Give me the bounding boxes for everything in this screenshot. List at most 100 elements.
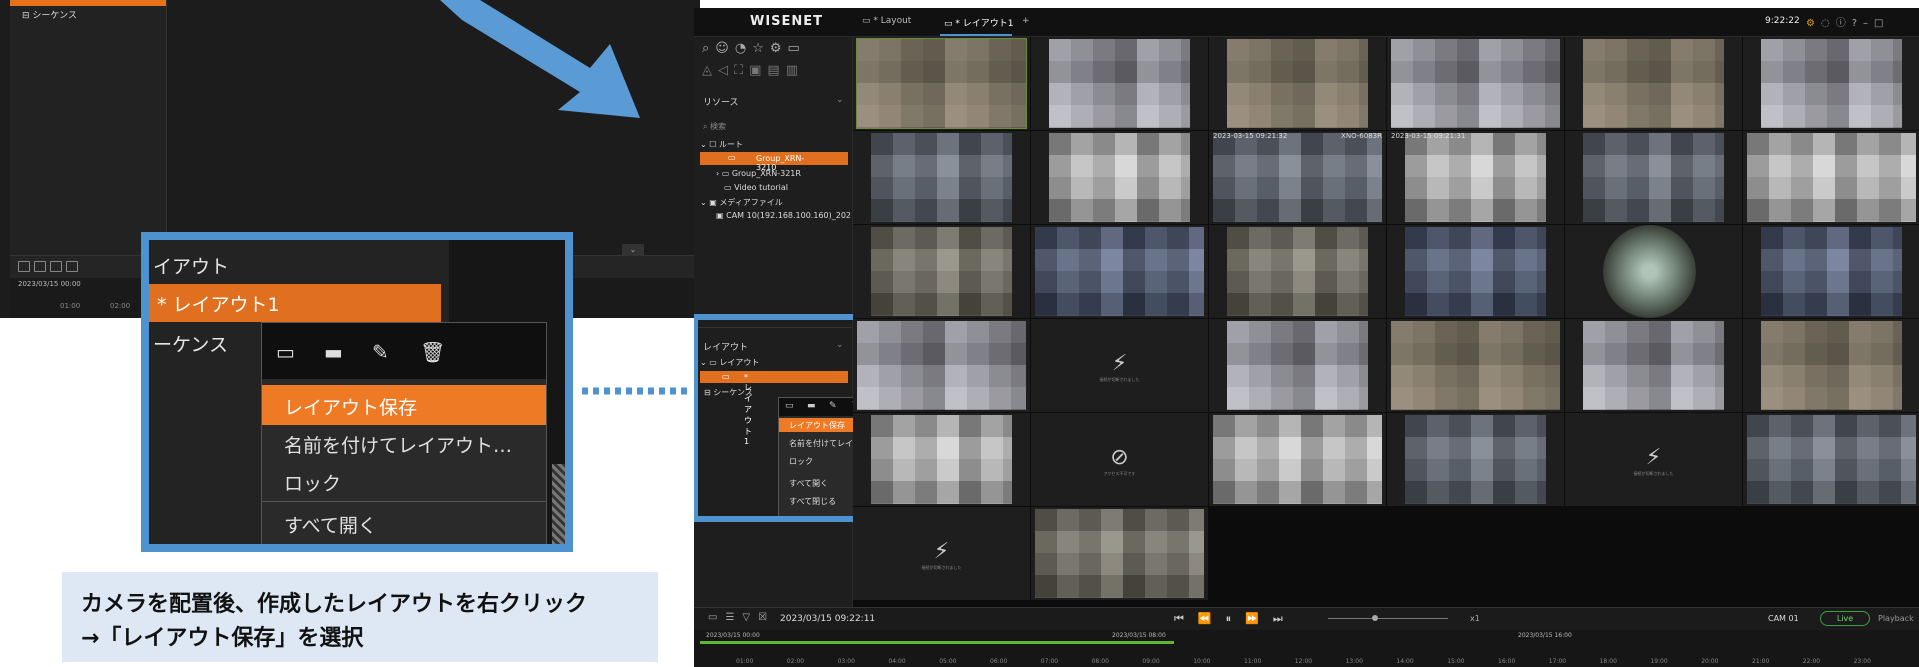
timeline-hour-label: 03:00 — [837, 658, 855, 665]
user-icon[interactable]: ☺ — [715, 41, 735, 56]
video-tile[interactable] — [1565, 37, 1742, 130]
video-tile[interactable] — [1743, 413, 1919, 506]
info-icon[interactable]: ⓘ — [1836, 18, 1852, 29]
video-tile[interactable] — [1031, 507, 1208, 600]
export-icon[interactable]: ▥ — [786, 63, 804, 78]
video-tile[interactable]: 2023-03-15 09:21:31 — [1387, 131, 1564, 224]
video-tile[interactable]: 2023-03-15 09:21:32 XNO-6083R — [1209, 131, 1386, 224]
sidebar-icon-row-2: ◬◁⛶▣▤▥ — [702, 63, 804, 78]
chat-icon[interactable]: ◌ — [1821, 18, 1836, 29]
filter-icon[interactable]: ▽ — [742, 612, 758, 623]
video-tile[interactable] — [1743, 319, 1919, 412]
tab-layout1[interactable]: ▭ * レイアウト1 — [944, 16, 1013, 29]
screen-icon[interactable]: ▣ — [749, 63, 767, 78]
trash-icon[interactable]: 🗑 — [420, 340, 445, 364]
chevron-down-icon[interactable]: ⌄ — [836, 95, 844, 105]
video-tile[interactable] — [1565, 225, 1742, 318]
tree-cam10[interactable]: ▣ CAM 10(192.168.100.160)_202 — [716, 211, 851, 220]
close-icon[interactable] — [66, 261, 78, 272]
video-tile[interactable] — [1743, 225, 1919, 318]
expand-icon[interactable]: ⛶ — [734, 63, 749, 78]
menu-save-layout-as[interactable]: 名前を付けてレイアウト… — [262, 423, 546, 463]
alarm-icon[interactable]: ◬ — [702, 63, 718, 78]
memo-icon[interactable]: ▤ — [767, 63, 785, 78]
settings-icon[interactable]: ⚙ — [770, 41, 788, 56]
sidebar-icon-row-1: ⌕☺◔☆⚙▭ — [702, 41, 806, 56]
list-icon[interactable]: ☰ — [725, 612, 742, 623]
feed-mosaic — [1213, 133, 1382, 222]
video-tile[interactable]: ⚡ 接続が切断されました — [1565, 413, 1742, 506]
menu-open-all[interactable]: すべて開く — [262, 503, 546, 543]
video-tile[interactable] — [853, 131, 1030, 224]
video-tile[interactable]: ⚡ 接続が切断されました — [853, 507, 1030, 600]
search-icon[interactable]: ⌕ — [702, 41, 715, 56]
video-tile[interactable] — [1743, 131, 1919, 224]
tree-group-xrn-3210[interactable]: ▭ Group_XRN-3210 — [700, 152, 848, 172]
pause-icon[interactable]: ⏸ — [1226, 612, 1246, 625]
playback-button[interactable]: Playback — [1878, 614, 1914, 623]
video-tile[interactable] — [1565, 319, 1742, 412]
rewind-icon[interactable]: ⏪ — [1198, 612, 1226, 625]
history-icon[interactable]: ◔ — [735, 41, 752, 56]
video-tile[interactable] — [1031, 37, 1208, 130]
video-tile[interactable] — [1387, 413, 1564, 506]
video-tile[interactable] — [1209, 225, 1386, 318]
video-tile[interactable] — [1387, 225, 1564, 318]
tree-media-files[interactable]: ⌄ ▣ メディアファイル — [700, 197, 783, 208]
video-tile[interactable] — [1031, 225, 1208, 318]
window-icon[interactable]: ▭ — [708, 612, 725, 623]
callout-sequence-item[interactable]: ーケンス — [153, 330, 228, 357]
feed-mosaic — [1405, 133, 1546, 222]
live-button[interactable]: Live — [1820, 611, 1870, 626]
collapse-chevron-icon[interactable]: ⌄ — [622, 244, 644, 255]
window-icon[interactable] — [18, 261, 30, 272]
menu-lock[interactable]: ロック — [262, 461, 546, 501]
tab-layout[interactable]: ▭ * Layout — [862, 16, 911, 26]
help-icon[interactable]: ? — [1852, 18, 1863, 29]
tree-group-xrn-321r[interactable]: › ▭ Group_XRN-321R — [716, 169, 801, 178]
window-icon[interactable]: ▭ — [276, 340, 295, 364]
skip-forward-icon[interactable]: ⏭ — [1273, 612, 1297, 625]
minimize-icon[interactable]: – — [1863, 18, 1874, 29]
add-tab-button[interactable]: + — [1022, 16, 1030, 26]
tree-root[interactable]: ⌄ ☐ ルート — [700, 139, 743, 150]
gear-icon[interactable]: ⚙ — [1806, 18, 1821, 29]
list-icon[interactable] — [34, 261, 46, 272]
forward-icon[interactable]: ⏩ — [1245, 612, 1273, 625]
video-tile[interactable] — [1387, 37, 1564, 130]
speaker-icon[interactable]: ◁ — [718, 63, 734, 78]
timeline-hour-label: 10:00 — [1193, 658, 1211, 665]
maximize-icon[interactable]: □ — [1874, 18, 1889, 29]
video-tile[interactable] — [1031, 131, 1208, 224]
tree-video-tutorial[interactable]: ▭ Video tutorial — [724, 183, 788, 192]
speed-slider[interactable] — [1328, 618, 1448, 619]
menu-save-layout[interactable]: レイアウト保存 — [262, 385, 546, 425]
video-tile[interactable] — [1209, 319, 1386, 412]
video-tile[interactable] — [1743, 37, 1919, 130]
filter-icon[interactable] — [50, 261, 62, 272]
close-icon[interactable]: ☒ — [758, 612, 775, 623]
video-tile[interactable] — [1209, 413, 1386, 506]
callout-selected-layout[interactable]: * レイアウト1 — [149, 284, 441, 322]
speed-slider-knob[interactable] — [1372, 615, 1378, 621]
search-input[interactable]: ⌕ 検索 — [703, 121, 726, 132]
star-icon[interactable]: ☆ — [752, 41, 770, 56]
video-tile[interactable] — [853, 319, 1030, 412]
blurred-camera-feed — [871, 133, 1012, 222]
fragment-sequence-item[interactable]: ⊟ シーケンス — [22, 8, 77, 21]
video-tile[interactable]: ⚡ 接続が切断されました — [1031, 319, 1208, 412]
video-tile[interactable] — [853, 37, 1030, 130]
video-tile[interactable] — [853, 413, 1030, 506]
video-tile[interactable] — [1565, 131, 1742, 224]
fullscreen-icon[interactable]: ▬ — [324, 340, 343, 364]
skip-back-icon[interactable]: ⏮ — [1174, 612, 1198, 625]
video-tile[interactable] — [1209, 37, 1386, 130]
video-tile[interactable] — [853, 225, 1030, 318]
context-menu-icon-bar: ▭ ▬ ✎ 🗑 — [262, 323, 546, 379]
playback-bar: ▭☰▽☒ 2023/03/15 09:22:11 ⏮⏪⏸⏩⏭ x1 CAM 01… — [694, 607, 1919, 630]
pencil-icon[interactable]: ✎ — [372, 340, 389, 364]
video-tile[interactable] — [1387, 319, 1564, 412]
video-tile[interactable]: ⊘ アクセス不可です — [1031, 413, 1208, 506]
timeline[interactable]: 2023/03/15 00:00 2023/03/15 08:00 2023/0… — [694, 630, 1919, 667]
device-icon[interactable]: ▭ — [788, 41, 806, 56]
